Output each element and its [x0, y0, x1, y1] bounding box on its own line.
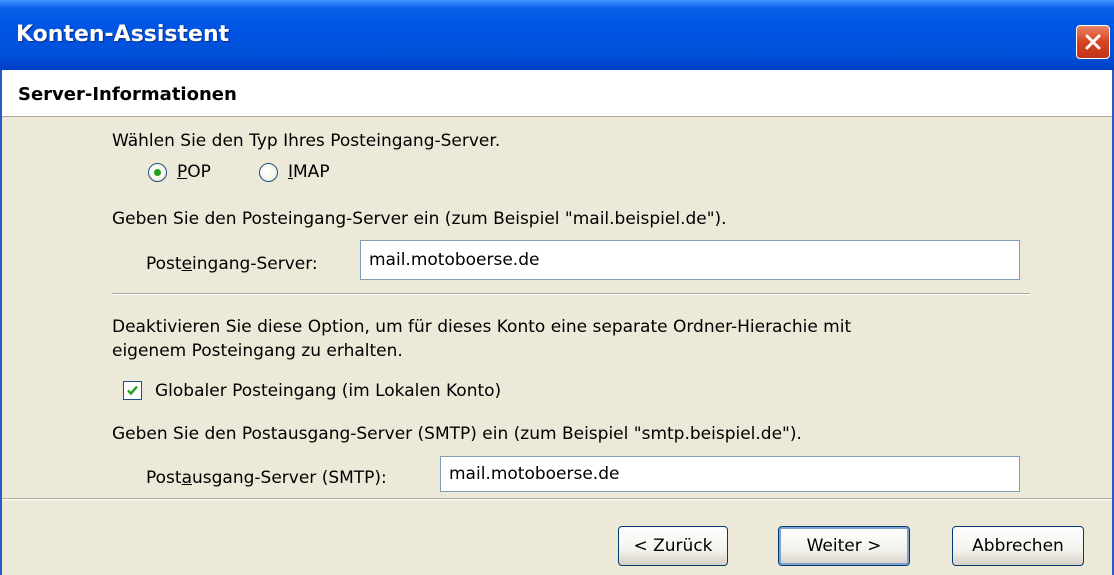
back-button[interactable]: < Zurück [618, 526, 728, 566]
radio-imap-button[interactable] [259, 162, 278, 182]
incoming-server-label: Posteingang-Server: [146, 254, 318, 274]
outgoing-server-hint: Geben Sie den Postausgang-Server (SMTP) … [112, 424, 802, 444]
global-inbox-checkbox[interactable] [123, 381, 142, 400]
section-divider [112, 293, 1030, 295]
incoming-server-field[interactable] [360, 240, 1020, 280]
cancel-button[interactable]: Abbrechen [952, 526, 1084, 566]
outgoing-server-label: Postausgang-Server (SMTP): [146, 468, 387, 488]
window-title: Konten-Assistent [16, 22, 230, 47]
global-inbox-label[interactable]: Globaler Posteingang (im Lokalen Konto) [155, 381, 501, 401]
checkmark-icon [127, 385, 138, 396]
radio-imap[interactable]: IMAP [259, 162, 330, 182]
close-button[interactable] [1076, 25, 1110, 59]
page-title: Server-Informationen [18, 84, 237, 105]
radio-pop[interactable]: POP [148, 162, 211, 182]
server-type-prompt: Wählen Sie den Typ Ihres Posteingang-Ser… [112, 131, 501, 151]
global-inbox-description-1: Deaktivieren Sie diese Option, um für di… [112, 317, 852, 337]
incoming-server-hint: Geben Sie den Posteingang-Server ein (zu… [112, 209, 727, 229]
wizard-window: Konten-Assistent Server-Informationen Wä… [0, 0, 1114, 575]
page-header: Server-Informationen [2, 70, 1112, 117]
next-button[interactable]: Weiter > [778, 526, 910, 566]
radio-imap-label[interactable]: IMAP [288, 162, 330, 182]
outgoing-server-field[interactable] [440, 456, 1020, 492]
radio-pop-label[interactable]: POP [177, 162, 211, 182]
close-icon [1085, 34, 1101, 50]
footer-divider [2, 498, 1112, 500]
title-bar: Konten-Assistent [0, 0, 1114, 70]
radio-pop-button[interactable] [148, 162, 167, 182]
global-inbox-description-2: eigenem Posteingang zu erhalten. [112, 341, 403, 361]
wizard-body: Server-Informationen Wählen Sie den Typ … [0, 70, 1114, 575]
